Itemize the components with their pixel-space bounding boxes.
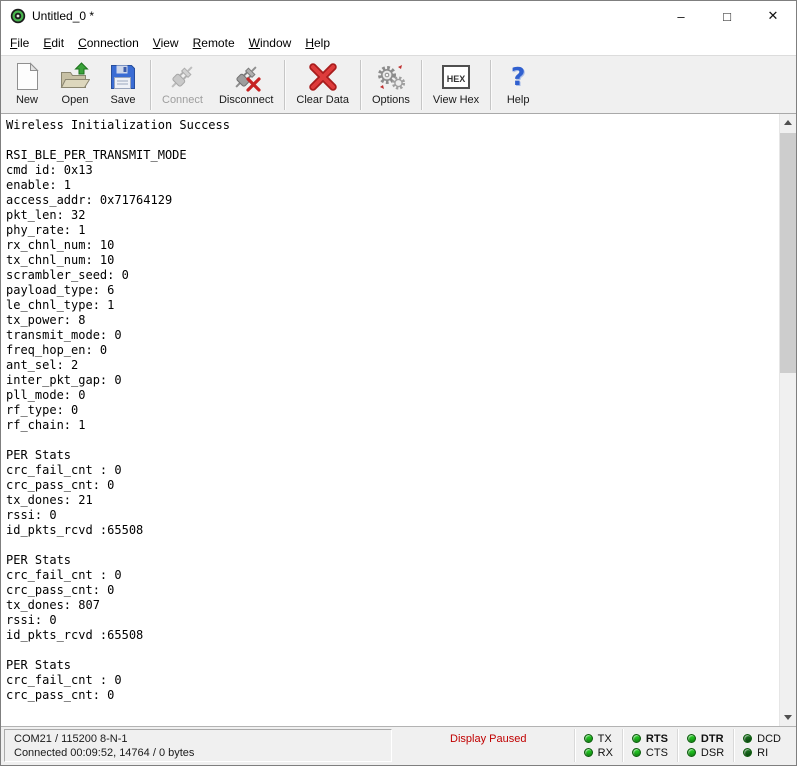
cts-indicator-light (632, 748, 641, 757)
options-gears-icon (375, 61, 407, 93)
clear-data-button[interactable]: Clear Data (288, 58, 357, 112)
menu-connection[interactable]: Connection (71, 33, 146, 53)
rx-indicator-light (584, 748, 593, 757)
ri-indicator: RI (743, 747, 781, 759)
display-paused-label: Display Paused (450, 729, 526, 762)
menu-window[interactable]: Window (242, 33, 299, 53)
save-button[interactable]: Save (99, 58, 147, 112)
new-button-label: New (16, 94, 38, 106)
connection-panel: COM21 / 115200 8-N-1 Connected 00:09:52,… (4, 729, 392, 762)
dtr-indicator-light (687, 734, 696, 743)
rts-indicator[interactable]: RTS (632, 733, 668, 745)
save-floppy-icon (107, 61, 139, 93)
toolbar-separator (360, 60, 361, 110)
statusbar: COM21 / 115200 8-N-1 Connected 00:09:52,… (1, 726, 796, 765)
scroll-down-button[interactable] (780, 709, 796, 726)
menubar: File Edit Connection View Remote Window … (1, 31, 796, 55)
open-button[interactable]: Open (51, 58, 99, 112)
toolbar-separator (150, 60, 151, 110)
connect-button-label: Connect (162, 94, 203, 106)
app-icon (10, 8, 26, 24)
dtr-indicator[interactable]: DTR (687, 733, 724, 745)
scroll-up-icon (784, 120, 792, 125)
toolbar-separator (284, 60, 285, 110)
app-window: Untitled_0 * – □ ✕ File Edit Connection … (0, 0, 797, 766)
minimize-button[interactable]: – (658, 1, 704, 31)
rx-indicator: RX (584, 747, 613, 759)
port-settings-text: COM21 / 115200 8-N-1 (14, 733, 382, 745)
toolbar-separator (490, 60, 491, 110)
new-file-icon (11, 61, 43, 93)
menu-view[interactable]: View (146, 33, 186, 53)
dcd-indicator: DCD (743, 733, 781, 745)
help-button-label: Help (507, 94, 530, 106)
scroll-down-icon (784, 715, 792, 720)
clear-data-x-icon (307, 61, 339, 93)
cts-indicator: CTS (632, 747, 668, 759)
scrollbar-track[interactable] (780, 131, 796, 709)
hex-box-icon: HEX (440, 61, 472, 93)
view-hex-button[interactable]: HEX View Hex (425, 58, 487, 112)
connection-status-text: Connected 00:09:52, 14764 / 0 bytes (14, 747, 382, 759)
disconnect-button-label: Disconnect (219, 94, 273, 106)
new-button[interactable]: New (3, 58, 51, 112)
tx-indicator: TX (584, 733, 613, 745)
toolbar: New Open (1, 55, 796, 114)
dcd-indicator-light (743, 734, 752, 743)
vertical-scrollbar[interactable] (779, 114, 796, 726)
menu-file[interactable]: File (3, 33, 36, 53)
tx-indicator-light (584, 734, 593, 743)
indicator-group-txrx: TX RX (574, 729, 622, 762)
help-question-icon: ? (502, 61, 534, 93)
close-button[interactable]: ✕ (750, 1, 796, 31)
disconnect-button[interactable]: Disconnect (211, 58, 281, 112)
indicator-group-rtscts: RTS CTS (622, 729, 677, 762)
titlebar: Untitled_0 * – □ ✕ (1, 1, 796, 31)
terminal-text: Wireless Initialization Success RSI_BLE_… (1, 114, 796, 707)
indicator-group-dtrdsr: DTR DSR (677, 729, 733, 762)
disconnect-plug-icon (230, 61, 262, 93)
maximize-button[interactable]: □ (704, 1, 750, 31)
open-button-label: Open (62, 94, 89, 106)
connect-plug-icon (166, 61, 198, 93)
view-hex-button-label: View Hex (433, 94, 479, 106)
window-controls: – □ ✕ (658, 1, 796, 31)
scrollbar-thumb[interactable] (780, 133, 796, 373)
menu-help[interactable]: Help (298, 33, 337, 53)
menu-edit[interactable]: Edit (36, 33, 71, 53)
open-folder-icon (59, 61, 91, 93)
scroll-up-button[interactable] (780, 114, 796, 131)
dsr-indicator-light (687, 748, 696, 757)
rts-indicator-light (632, 734, 641, 743)
menu-remote[interactable]: Remote (186, 33, 242, 53)
dsr-indicator: DSR (687, 747, 724, 759)
indicator-groups: TX RX RTS CTS DT (574, 729, 790, 762)
toolbar-separator (421, 60, 422, 110)
options-button-label: Options (372, 94, 410, 106)
window-title: Untitled_0 * (32, 9, 94, 23)
clear-data-button-label: Clear Data (296, 94, 349, 106)
indicator-group-dcdri: DCD RI (733, 729, 790, 762)
help-button[interactable]: ? Help (494, 58, 542, 112)
ri-indicator-light (743, 748, 752, 757)
options-button[interactable]: Options (364, 58, 418, 112)
save-button-label: Save (110, 94, 135, 106)
terminal-area[interactable]: Wireless Initialization Success RSI_BLE_… (1, 114, 796, 726)
connect-button[interactable]: Connect (154, 58, 211, 112)
